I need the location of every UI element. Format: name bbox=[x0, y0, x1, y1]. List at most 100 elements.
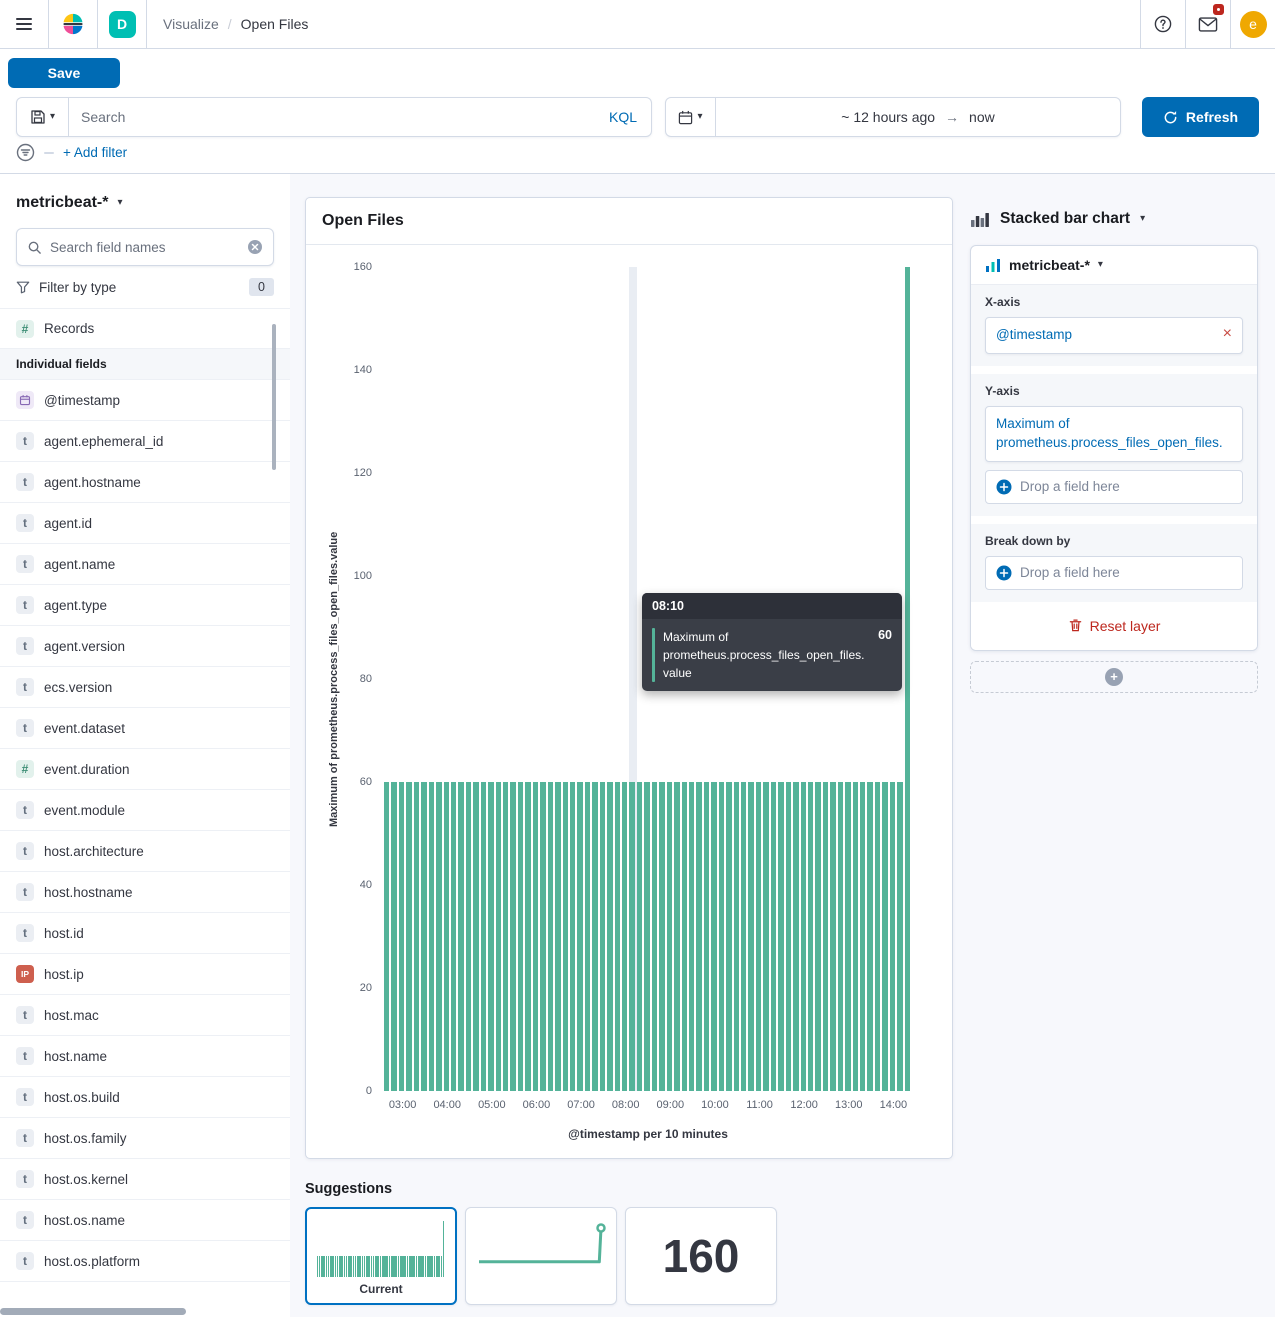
field-item[interactable]: tevent.dataset bbox=[0, 708, 290, 749]
chart-bar[interactable] bbox=[429, 267, 436, 1091]
field-item[interactable]: thost.os.platform bbox=[0, 1241, 290, 1282]
field-item[interactable]: tagent.version bbox=[0, 626, 290, 667]
chart-bar[interactable] bbox=[488, 267, 495, 1091]
time-range-from[interactable]: ~ 12 hours ago bbox=[841, 109, 935, 125]
chart-bar[interactable] bbox=[406, 267, 413, 1091]
chart-bar[interactable] bbox=[436, 267, 443, 1091]
field-item[interactable]: tagent.name bbox=[0, 544, 290, 585]
kql-button[interactable]: KQL bbox=[595, 98, 651, 136]
suggestion-line[interactable] bbox=[465, 1207, 617, 1305]
help-button[interactable] bbox=[1140, 0, 1185, 48]
chart-bar[interactable] bbox=[458, 267, 465, 1091]
string-field-icon: t bbox=[16, 1006, 34, 1024]
layer-index-pattern[interactable]: metricbeat-* ▾ bbox=[971, 246, 1257, 285]
search-input[interactable] bbox=[69, 98, 595, 136]
chart-bar[interactable] bbox=[391, 267, 398, 1091]
field-item[interactable]: IPhost.ip bbox=[0, 954, 290, 995]
sidebar-scrollbar[interactable] bbox=[272, 324, 276, 470]
field-item[interactable]: thost.os.kernel bbox=[0, 1159, 290, 1200]
save-button[interactable]: Save bbox=[8, 58, 120, 88]
chart-bar[interactable] bbox=[540, 267, 547, 1091]
field-item[interactable]: thost.hostname bbox=[0, 872, 290, 913]
filter-bar: + Add filter bbox=[0, 137, 1275, 174]
suggestion-current[interactable]: Current bbox=[305, 1207, 457, 1305]
chart-bar[interactable] bbox=[585, 267, 592, 1091]
field-item[interactable]: thost.os.build bbox=[0, 1077, 290, 1118]
field-item[interactable]: @timestamp bbox=[0, 380, 290, 421]
chart-bar[interactable] bbox=[905, 267, 912, 1091]
space-switcher[interactable]: D bbox=[98, 0, 147, 48]
records-field[interactable]: # Records bbox=[0, 308, 290, 349]
add-filter-button[interactable]: + Add filter bbox=[63, 145, 127, 160]
field-item[interactable]: tagent.type bbox=[0, 585, 290, 626]
chart-bar[interactable] bbox=[525, 267, 532, 1091]
y-axis-drop-target[interactable]: Drop a field here bbox=[985, 470, 1243, 504]
x-axis-dimension[interactable]: @timestamp × bbox=[985, 317, 1243, 354]
chart-bar[interactable] bbox=[592, 267, 599, 1091]
chart-bar[interactable] bbox=[518, 267, 525, 1091]
chart-bar[interactable] bbox=[577, 267, 584, 1091]
field-search-input[interactable] bbox=[50, 240, 239, 255]
chart-bar[interactable] bbox=[444, 267, 451, 1091]
field-item[interactable]: #event.duration bbox=[0, 749, 290, 790]
field-item[interactable]: tagent.hostname bbox=[0, 462, 290, 503]
ip-field-icon: IP bbox=[16, 965, 34, 983]
clear-search-button[interactable] bbox=[247, 239, 263, 255]
chart-bar[interactable] bbox=[496, 267, 503, 1091]
field-item[interactable]: tagent.id bbox=[0, 503, 290, 544]
chart-bar[interactable] bbox=[555, 267, 562, 1091]
field-item[interactable]: tecs.version bbox=[0, 667, 290, 708]
add-layer-button[interactable]: + bbox=[970, 661, 1258, 693]
chart-bar[interactable] bbox=[421, 267, 428, 1091]
chart-type-switcher[interactable]: Stacked bar chart ▾ bbox=[970, 209, 1258, 229]
refresh-button[interactable]: Refresh bbox=[1142, 97, 1259, 137]
chevron-down-icon: ▾ bbox=[50, 112, 55, 122]
chart-bar[interactable] bbox=[481, 267, 488, 1091]
chart-bar[interactable] bbox=[466, 267, 473, 1091]
chart-bar[interactable] bbox=[548, 267, 555, 1091]
chart-bar[interactable] bbox=[399, 267, 406, 1091]
chart-plot: 08:10 Maximum of prometheus.process_file… bbox=[384, 267, 912, 1091]
field-item[interactable]: thost.architecture bbox=[0, 831, 290, 872]
horizontal-scrollbar[interactable] bbox=[0, 1308, 186, 1315]
chart-bar[interactable] bbox=[622, 267, 629, 1091]
y-axis-dimension[interactable]: Maximum of prometheus.process_files_open… bbox=[985, 406, 1243, 462]
chart-bar[interactable] bbox=[451, 267, 458, 1091]
field-item[interactable]: thost.id bbox=[0, 913, 290, 954]
chart-bar[interactable] bbox=[503, 267, 510, 1091]
chart-bar[interactable] bbox=[414, 267, 421, 1091]
menu-button[interactable] bbox=[0, 0, 49, 48]
time-range[interactable]: ~ 12 hours ago → now bbox=[716, 98, 1120, 136]
chart-bar[interactable] bbox=[533, 267, 540, 1091]
field-item[interactable]: thost.mac bbox=[0, 995, 290, 1036]
elastic-logo-cell[interactable] bbox=[49, 0, 98, 48]
chart-bar[interactable] bbox=[473, 267, 480, 1091]
newsfeed-button[interactable] bbox=[1185, 0, 1230, 48]
chart-bar[interactable] bbox=[563, 267, 570, 1091]
chart-bar[interactable] bbox=[615, 267, 622, 1091]
chart-bar[interactable] bbox=[629, 267, 636, 1091]
breakdown-drop-target[interactable]: Drop a field here bbox=[985, 556, 1243, 590]
field-item[interactable]: thost.os.name bbox=[0, 1200, 290, 1241]
chart-bar[interactable] bbox=[384, 267, 391, 1091]
field-item[interactable]: thost.os.family bbox=[0, 1118, 290, 1159]
chart-bar[interactable] bbox=[607, 267, 614, 1091]
reset-layer-button[interactable]: Reset layer bbox=[971, 610, 1257, 650]
suggestion-metric[interactable]: 160 bbox=[625, 1207, 777, 1305]
time-range-to[interactable]: now bbox=[969, 109, 995, 125]
index-pattern-switcher[interactable]: metricbeat-* ▾ bbox=[16, 194, 274, 212]
saved-query-menu-button[interactable]: ▾ bbox=[17, 98, 69, 136]
chart-bar[interactable] bbox=[600, 267, 607, 1091]
filter-by-type-toggle[interactable]: Filter by type 0 bbox=[16, 278, 274, 296]
chart-bar[interactable] bbox=[510, 267, 517, 1091]
field-item[interactable]: tevent.module bbox=[0, 790, 290, 831]
filter-settings-button[interactable] bbox=[16, 143, 35, 162]
chart-bar[interactable] bbox=[570, 267, 577, 1091]
quick-select-button[interactable]: ▾ bbox=[666, 98, 716, 136]
field-item[interactable]: thost.name bbox=[0, 1036, 290, 1077]
breadcrumb-visualize[interactable]: Visualize bbox=[163, 16, 219, 32]
user-menu-button[interactable]: e bbox=[1230, 0, 1275, 48]
remove-dimension-icon[interactable]: × bbox=[1219, 326, 1232, 342]
x-axis-group-label: X-axis bbox=[985, 295, 1243, 309]
field-item[interactable]: tagent.ephemeral_id bbox=[0, 421, 290, 462]
